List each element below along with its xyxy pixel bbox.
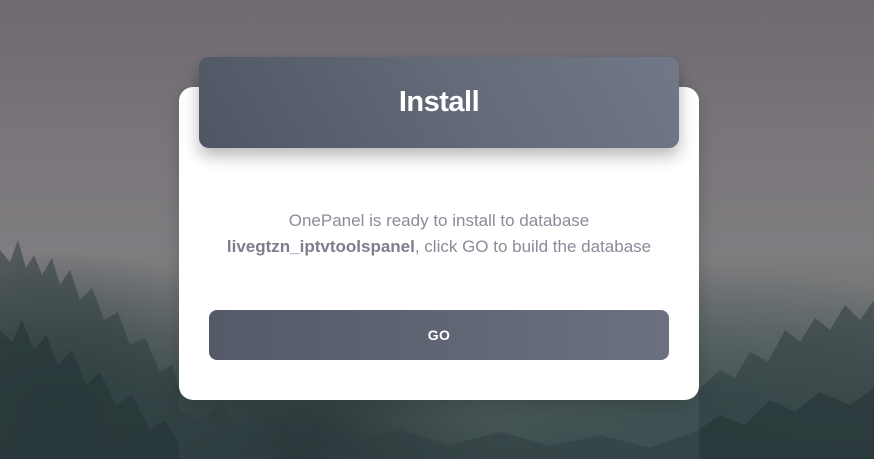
install-card-header: Install bbox=[199, 57, 679, 148]
install-message-prefix: OnePanel is ready to install to database bbox=[288, 211, 590, 230]
install-message: OnePanel is ready to install to database… bbox=[179, 208, 699, 260]
install-message-suffix: , click GO to build the database bbox=[414, 237, 652, 256]
install-title: Install bbox=[398, 86, 480, 118]
go-button[interactable]: GO bbox=[209, 310, 669, 360]
database-name: livegtzn_iptvtoolspanel bbox=[226, 237, 415, 256]
